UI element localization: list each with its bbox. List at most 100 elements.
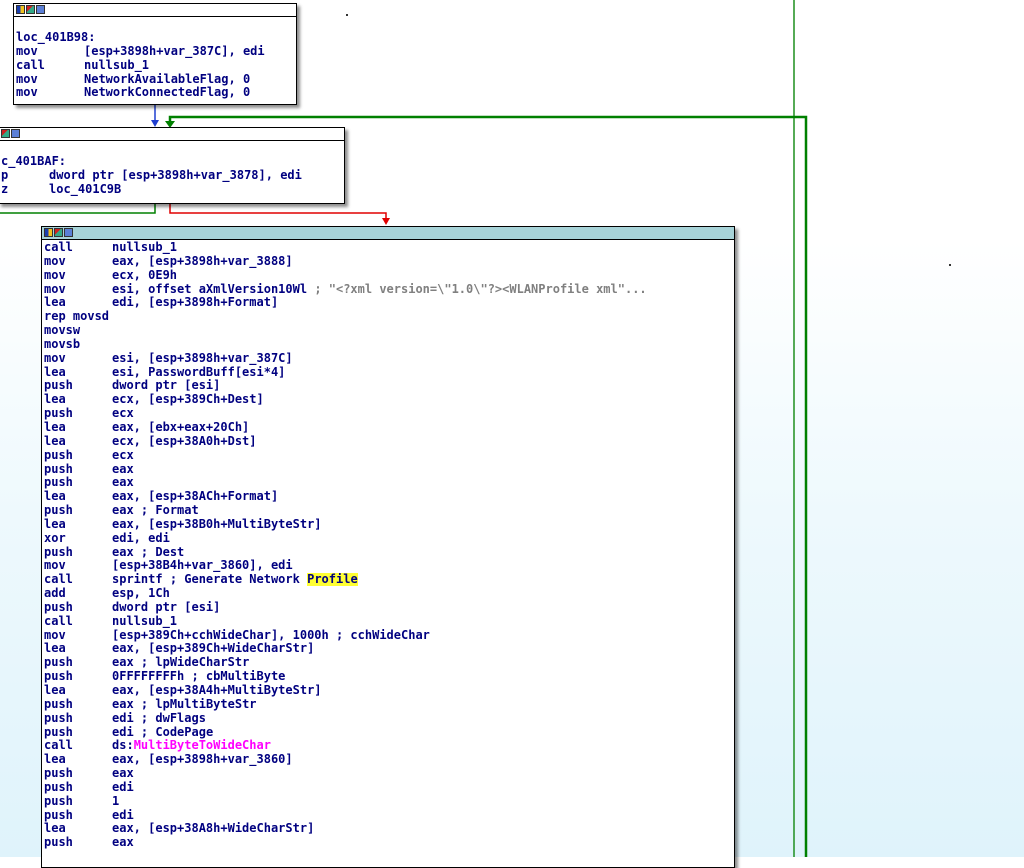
operand[interactable]: esi, offset aXmlVersion10Wl <box>112 283 307 297</box>
picture-icon[interactable] <box>26 5 35 14</box>
picture-icon[interactable] <box>1 129 10 138</box>
code-line[interactable]: call nullsub_1 <box>44 615 732 629</box>
code-line[interactable]: push ecx <box>44 449 732 463</box>
mnemonic[interactable]: lea <box>44 753 112 767</box>
mnemonic[interactable]: push <box>44 379 112 393</box>
code-line[interactable]: mov NetworkAvailableFlag, 0 <box>16 73 294 87</box>
mnemonic[interactable]: push <box>44 504 112 518</box>
graph-node-loc_401BAF[interactable]: c_401BAF: p dword ptr [esp+3898h+var_3878… <box>0 127 345 204</box>
code-line[interactable]: push eax ; Format <box>44 504 732 518</box>
graph-node-main-block[interactable]: call nullsub_1 mov eax, [esp+3898h+var_3888… <box>41 226 735 868</box>
code-line[interactable]: push eax ; lpWideCharStr <box>44 656 732 670</box>
mnemonic[interactable]: lea <box>44 684 112 698</box>
code-line[interactable]: lea eax, [ebx+eax+20Ch] <box>44 421 732 435</box>
code-line[interactable]: movsw <box>44 324 732 338</box>
code-line[interactable]: push eax ; lpMultiByteStr <box>44 698 732 712</box>
mnemonic[interactable]: lea <box>44 366 112 380</box>
mnemonic[interactable]: xor <box>44 532 112 546</box>
operand[interactable]: eax, [esp+3898h+var_3860] <box>112 753 293 767</box>
operand[interactable]: NetworkAvailableFlag, 0 <box>84 73 250 87</box>
code-line[interactable]: lea eax, [esp+38A4h+MultiByteStr] <box>44 684 732 698</box>
code-line[interactable]: lea esi, PasswordBuff[esi*4] <box>44 366 732 380</box>
mnemonic[interactable]: lea <box>44 435 112 449</box>
operand[interactable]: [esp+3898h+var_387C], edi <box>84 45 265 59</box>
operand[interactable]: eax, [esp+38A8h+WideCharStr] <box>112 822 314 836</box>
code-line[interactable]: lea eax, [esp+389Ch+WideCharStr] <box>44 642 732 656</box>
code-line[interactable]: add esp, 1Ch <box>44 587 732 601</box>
mnemonic[interactable]: push <box>44 712 112 726</box>
mnemonic[interactable]: z <box>1 183 49 197</box>
code-line[interactable]: push 0FFFFFFFFh ; cbMultiByte <box>44 670 732 684</box>
mnemonic[interactable]: push <box>44 656 112 670</box>
mnemonic[interactable]: push <box>44 546 112 560</box>
operand[interactable]: edi <box>112 809 134 823</box>
mnemonic[interactable]: mov <box>44 283 112 297</box>
mnemonic[interactable]: push <box>44 449 112 463</box>
code-line[interactable]: push eax <box>44 463 732 477</box>
operand[interactable]: dword ptr [esp+3898h+var_3878], edi <box>49 169 302 183</box>
operand[interactable]: esi, PasswordBuff[esi*4] <box>112 366 285 380</box>
mnemonic[interactable]: lea <box>44 642 112 656</box>
operand[interactable]: esi, [esp+3898h+var_387C] <box>112 352 293 366</box>
mnemonic[interactable]: push <box>44 698 112 712</box>
code-line[interactable]: z loc_401C9B <box>1 183 342 197</box>
mnemonic[interactable]: mov <box>16 86 84 100</box>
operand[interactable]: esp, 1Ch <box>112 587 170 601</box>
mnemonic[interactable]: mov <box>44 629 112 643</box>
mnemonic[interactable]: mov <box>16 73 84 87</box>
operand[interactable]: [esp+389Ch+cchWideChar], 1000h <box>112 629 329 643</box>
mnemonic[interactable]: push <box>44 781 112 795</box>
mnemonic[interactable]: push <box>44 795 112 809</box>
mnemonic[interactable]: lea <box>44 296 112 310</box>
operand[interactable]: eax <box>112 656 134 670</box>
code-line[interactable]: mov esi, [esp+3898h+var_387C] <box>44 352 732 366</box>
code-line[interactable]: push eax <box>44 836 732 850</box>
mnemonic[interactable]: rep movsd <box>44 310 112 324</box>
operand[interactable]: eax <box>112 698 134 712</box>
code-line[interactable]: push edi <box>44 809 732 823</box>
code-line[interactable]: lea eax, [esp+38A8h+WideCharStr] <box>44 822 732 836</box>
operand[interactable]: eax <box>112 476 134 490</box>
code-label[interactable]: loc_401B98: <box>16 31 294 45</box>
operand[interactable]: eax <box>112 504 134 518</box>
code-line[interactable]: push ecx <box>44 407 732 421</box>
operand[interactable]: eax <box>112 546 134 560</box>
code-line[interactable]: lea edi, [esp+3898h+Format] <box>44 296 732 310</box>
operand[interactable]: eax, [esp+3898h+var_3888] <box>112 255 293 269</box>
mnemonic[interactable]: mov <box>44 269 112 283</box>
code-line[interactable]: mov [esp+38B4h+var_3860], edi <box>44 559 732 573</box>
operand[interactable]: ecx <box>112 449 134 463</box>
operand[interactable]: edi <box>112 781 134 795</box>
code-line[interactable]: push 1 <box>44 795 732 809</box>
operand[interactable]: loc_401C9B <box>49 183 121 197</box>
code-line[interactable]: push dword ptr [esi] <box>44 379 732 393</box>
code-line[interactable]: push edi <box>44 781 732 795</box>
mnemonic[interactable]: push <box>44 463 112 477</box>
operand[interactable]: edi <box>112 726 134 740</box>
mnemonic[interactable]: lea <box>44 490 112 504</box>
operand[interactable]: sprintf <box>112 573 163 587</box>
operand[interactable]: eax <box>112 463 134 477</box>
code-line[interactable]: push eax <box>44 476 732 490</box>
operand[interactable]: NetworkConnectedFlag, 0 <box>84 86 250 100</box>
code-line[interactable]: p dword ptr [esp+3898h+var_3878], edi <box>1 169 342 183</box>
code-line[interactable]: lea eax, [esp+38B0h+MultiByteStr] <box>44 518 732 532</box>
mnemonic[interactable]: call <box>44 241 112 255</box>
mnemonic[interactable]: push <box>44 670 112 684</box>
operand[interactable]: ecx, [esp+389Ch+Dest] <box>112 393 264 407</box>
code-line[interactable]: mov NetworkConnectedFlag, 0 <box>16 86 294 100</box>
node-titlebar[interactable] <box>14 4 296 17</box>
mnemonic[interactable]: push <box>44 407 112 421</box>
operand[interactable]: edi, [esp+3898h+Format] <box>112 296 278 310</box>
operand[interactable]: eax, [esp+38ACh+Format] <box>112 490 278 504</box>
mnemonic[interactable]: mov <box>44 559 112 573</box>
operand[interactable]: eax, [esp+389Ch+WideCharStr] <box>112 642 314 656</box>
mnemonic[interactable]: push <box>44 726 112 740</box>
graph-color-icon[interactable] <box>16 5 25 14</box>
operand[interactable]: nullsub_1 <box>112 241 177 255</box>
code-line[interactable]: push edi ; dwFlags <box>44 712 732 726</box>
graph-node-loc_401B98[interactable]: loc_401B98: mov [esp+3898h+var_387C], edi… <box>13 3 297 105</box>
operand[interactable]: 0FFFFFFFFh <box>112 670 184 684</box>
picture-icon[interactable] <box>54 228 63 237</box>
code-line[interactable]: call nullsub_1 <box>16 59 294 73</box>
